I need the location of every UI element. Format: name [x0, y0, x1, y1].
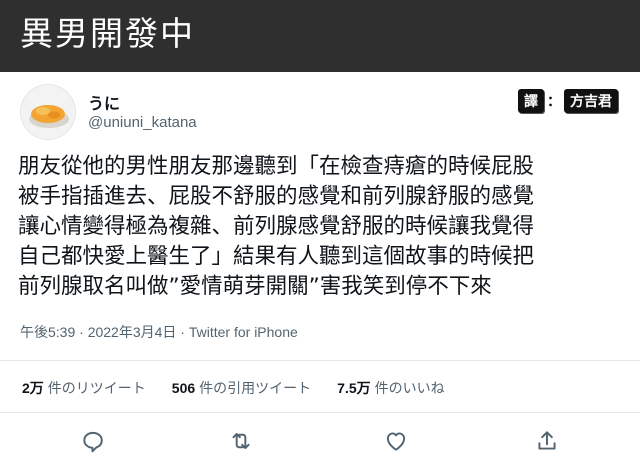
divider [0, 360, 640, 361]
user-handle[interactable]: @uniuni_katana [88, 114, 197, 131]
reply-button[interactable] [80, 428, 106, 454]
quote-count: 506 [171, 380, 196, 396]
tweet-line: 讓心情變得極為複雜、前列腺感覺舒服的時候讓我覺得 [18, 214, 535, 239]
retweet-icon [232, 432, 250, 450]
tweet-line: 自己都快愛上醫生了」結果有人聽到這個故事的時候把 [18, 244, 535, 269]
display-name[interactable]: うに [88, 90, 120, 114]
reply-icon [83, 431, 103, 453]
tweet-meta[interactable]: 午後5:39 · 2022年3月4日 · Twitter for iPhone [20, 322, 298, 342]
retweet-count: 2万 [22, 380, 44, 396]
retweet-stat[interactable]: 2万 件のリツイート [22, 378, 146, 398]
banner: 異男開發中 [0, 0, 640, 72]
translator-stamp: 譯 ： 方吉君 [518, 89, 618, 113]
share-button[interactable] [534, 428, 560, 454]
like-count: 7.5万 [337, 380, 371, 396]
banner-title: 異男開發中 [20, 14, 195, 53]
like-icon [386, 432, 406, 451]
share-icon [538, 431, 556, 450]
avatar-image [21, 85, 75, 139]
like-label: 件のいいね [374, 380, 445, 396]
divider [0, 412, 640, 413]
quote-stat[interactable]: 506 件の引用ツイート [172, 378, 311, 398]
translator-separator: ： [547, 94, 561, 110]
tweet-line: 朋友從他的男性朋友那邊聽到「在檢查痔瘡的時候屁股 [18, 154, 535, 179]
stats-row: 2万 件のリツイート 506 件の引用ツイート 7.5万 件のいいね [22, 378, 445, 398]
tweet-line: 被手指插進去、屁股不舒服的感覺和前列腺舒服的感覺 [18, 184, 535, 209]
action-bar [0, 424, 640, 458]
avatar[interactable] [20, 84, 76, 140]
like-stat[interactable]: 7.5万 件のいいね [337, 378, 444, 398]
retweet-label: 件のリツイート [47, 380, 146, 396]
translator-name: 方吉君 [564, 89, 618, 113]
like-button[interactable] [383, 428, 409, 454]
tweet-text: 朋友從他的男性朋友那邊聽到「在檢查痔瘡的時候屁股 被手指插進去、屁股不舒服的感覺… [18, 152, 630, 302]
tweet-line: 前列腺取名叫做”愛情萌芽開關”害我笑到停不下來 [18, 274, 492, 299]
translator-prefix: 譯 [518, 89, 544, 113]
retweet-button[interactable] [228, 428, 254, 454]
quote-label: 件の引用ツイート [199, 380, 312, 396]
